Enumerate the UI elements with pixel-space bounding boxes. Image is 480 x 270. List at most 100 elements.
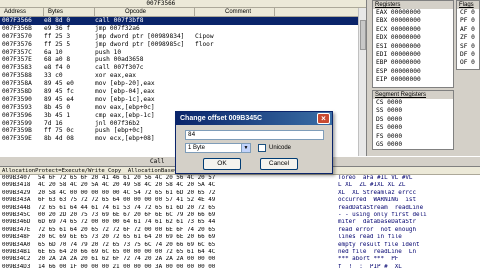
hex-ascii: f ! : PIP # XL [338,263,402,270]
disasm-opcode: call 007f3bf8 [95,17,144,24]
register-row[interactable]: EDX 00000000 [373,34,453,42]
flag-row[interactable]: DF 0 [457,51,479,59]
hex-row[interactable]: 009B346D 6D 69 74 65 72 00 00 00 64 61 74… [0,219,480,226]
hex-address: 009B3429 [2,189,31,196]
disasm-bytes: 3b 45 1 [44,111,71,119]
hex-address: 009B347E [2,226,31,233]
hex-ascii: ned file readLine Ln [338,248,417,255]
flag-row[interactable]: PF 0 [457,17,479,25]
hex-row[interactable]: 009B343A 6F 63 63 75 72 72 65 64 00 00 00… [0,197,480,204]
hex-ascii: occurred WARNING ist [338,197,417,204]
disasm-row[interactable]: 007F3590 89 45 e4 mov [ebp-1c],eax [0,96,366,104]
register-row[interactable]: EIP 00000000 [373,76,453,84]
hex-row[interactable]: 009B34C2 20 2A 2A 2A 20 61 62 6F 72 74 20… [0,256,480,263]
disasm-address: 007F3588 [2,72,32,80]
disasm-row[interactable]: 007F357C 6a 10 push 10 [0,49,366,57]
disasm-address: 007F3593 [2,103,32,111]
segment-row[interactable]: FS 0000 [373,133,453,141]
size-select[interactable]: 1 Byte ▼ [185,143,251,153]
disasm-comment [195,80,275,88]
disasm-row[interactable]: 007F3588 33 c0 xor eax,eax [0,72,366,80]
hex-ascii: readDataStream readLine [338,204,424,211]
register-row[interactable]: EDI 00000000 [373,51,453,59]
hex-address: 009B34C2 [2,256,31,263]
column-comment[interactable]: Comment [195,8,275,16]
flag-row[interactable]: AF 0 [457,26,479,34]
disasm-row[interactable]: 007F356B e9 36 f jmp 007f32a6 [0,25,366,33]
disasm-comment [195,49,275,57]
disasm-address: 007F358D [2,88,32,96]
segment-row[interactable]: ES 0000 [373,124,453,132]
disasm-bytes: e8 8d 0 [44,17,71,24]
offset-value-input[interactable]: 84 [185,130,324,140]
column-address[interactable]: Address [0,8,44,16]
segment-row[interactable]: SS 0000 [373,107,453,115]
hex-row[interactable]: 009B34D3 14 66 00 1F 00 00 00 21 00 00 00… [0,264,480,270]
segment-list: CS 0000 SS 0000 DS 0000 ES 0000 FS 0000 GS 00… [373,99,453,149]
register-row[interactable]: EBP 00000000 [373,59,453,67]
disasm-bytes: ff 75 0c [44,127,74,135]
flag-row[interactable]: ZF 0 [457,34,479,42]
hex-address: 009B3407 [2,175,31,181]
register-row[interactable]: ESP 00000000 [373,68,453,76]
hex-bytes: 6F 63 63 75 72 72 65 64 00 00 00 00 57 4… [38,197,216,204]
disasm-comment: floor [195,40,214,48]
hex-row[interactable]: 009B3418 4C 20 58 4C 20 5A 4C 20 49 58 4C… [0,182,480,189]
hex-row[interactable]: 009B3429 20 58 4C 00 00 00 00 00 4C 54 72… [0,190,480,197]
hex-row[interactable]: 009B34B1 6E 65 64 20 66 69 6C 65 00 00 00… [0,249,480,256]
close-icon[interactable]: × [317,113,330,124]
hex-row[interactable]: 009B345C 00 20 2D 20 75 73 69 6E 67 20 6F… [0,212,480,219]
ok-button[interactable]: OK [203,158,241,170]
register-row[interactable]: ECX 00000000 [373,26,453,34]
registers-title: Registers [373,1,453,9]
disasm-row[interactable]: 007F358D 89 45 fc mov [ebp-04],eax [0,88,366,96]
disasm-opcode: jmp dword ptr [00989834] [95,32,185,40]
cancel-button[interactable]: Cancel [260,158,298,170]
register-row[interactable]: ESI 00000000 [373,43,453,51]
column-bytes[interactable]: Bytes [44,8,95,16]
unicode-label: Unicode [269,145,292,151]
column-opcode[interactable]: Opcode [95,8,195,16]
flag-row[interactable]: CF 0 [457,9,479,17]
disasm-row[interactable]: 007F3566 e8 8d 0 call 007f3bf8 [0,17,366,25]
disasm-address: 007F359B [2,127,32,135]
scrollbar-thumb[interactable] [360,20,366,50]
hex-row[interactable]: 009B348F 20 6C 69 6E 65 73 20 72 65 61 64… [0,234,480,241]
disasm-row[interactable]: 007F3570 ff 25 3 jmp dword ptr [00989834] C… [0,33,366,41]
hex-row[interactable]: 009B347E 72 65 61 64 20 65 72 72 6F 72 00… [0,227,480,234]
segment-row[interactable]: GS 0000 [373,141,453,149]
hex-address: 009B345C [2,211,31,218]
disasm-row[interactable]: 007F3583 e8 f4 0 call 007f307c [0,64,366,72]
hex-bytes: 20 58 4C 00 00 00 00 00 4C 54 72 65 61 6… [38,189,216,196]
flag-row[interactable]: SF 0 [457,43,479,51]
disasm-address: 007F3566 [2,17,32,24]
disasm-row[interactable]: 007F357E 68 a0 8 push 00ad3658 [0,56,366,64]
chevron-down-icon[interactable]: ▼ [241,144,250,152]
disasm-row[interactable]: 007F3576 ff 25 5 jmp dword ptr [0098985c] f… [0,41,366,49]
hex-address: 009B34A0 [2,241,31,248]
change-offset-dialog: Change offset 009B345C × 84 1 Byte ▼ Uni… [175,111,333,174]
hex-row[interactable]: 009B3407 54 6F 72 65 6F 20 41 46 61 20 56… [0,175,480,182]
hex-row[interactable]: 009B34A0 65 6D 70 74 79 20 72 65 73 75 6C… [0,242,480,249]
flag-list: CF 0 PF 0 AF 0 ZF 0 SF 0 DF 0 OF 0 [457,9,479,68]
hex-bytes: 6E 65 64 20 66 69 6C 65 00 00 00 00 72 6… [38,248,216,255]
flag-row[interactable]: OF 0 [457,59,479,67]
dialog-title-text: Change offset 009B345C [180,115,263,122]
disasm-row[interactable]: 007F358A 89 45 e0 mov [ebp-20],eax [0,80,366,88]
hex-row[interactable]: 009B344B 72 65 61 64 44 61 74 61 53 74 72… [0,205,480,212]
segment-row[interactable]: DS 0000 [373,116,453,124]
size-select-value: 1 Byte [188,145,206,151]
disasm-comment [195,96,275,104]
unicode-checkbox[interactable] [258,144,266,152]
disassembler-header: Address Bytes Opcode Comment [0,8,366,17]
disasm-address: 007F3599 [2,119,32,127]
hex-ascii: empty result file ident [338,241,420,248]
hex-rows: 009B3407 54 6F 72 65 6F 20 41 46 61 20 56… [0,175,480,270]
disassembler-scrollbar[interactable] [358,8,366,156]
register-row[interactable]: EAX 00000000 [373,9,453,17]
segment-row[interactable]: CS 0000 [373,99,453,107]
registers-pane: Registers EAX 00000000 EBX 00000000 ECX 00… [372,0,480,156]
hex-bytes: 72 65 61 64 44 61 74 61 53 74 72 65 61 6… [38,204,216,211]
register-row[interactable]: EBX 00000000 [373,17,453,25]
disasm-address: 007F359E [2,135,32,143]
